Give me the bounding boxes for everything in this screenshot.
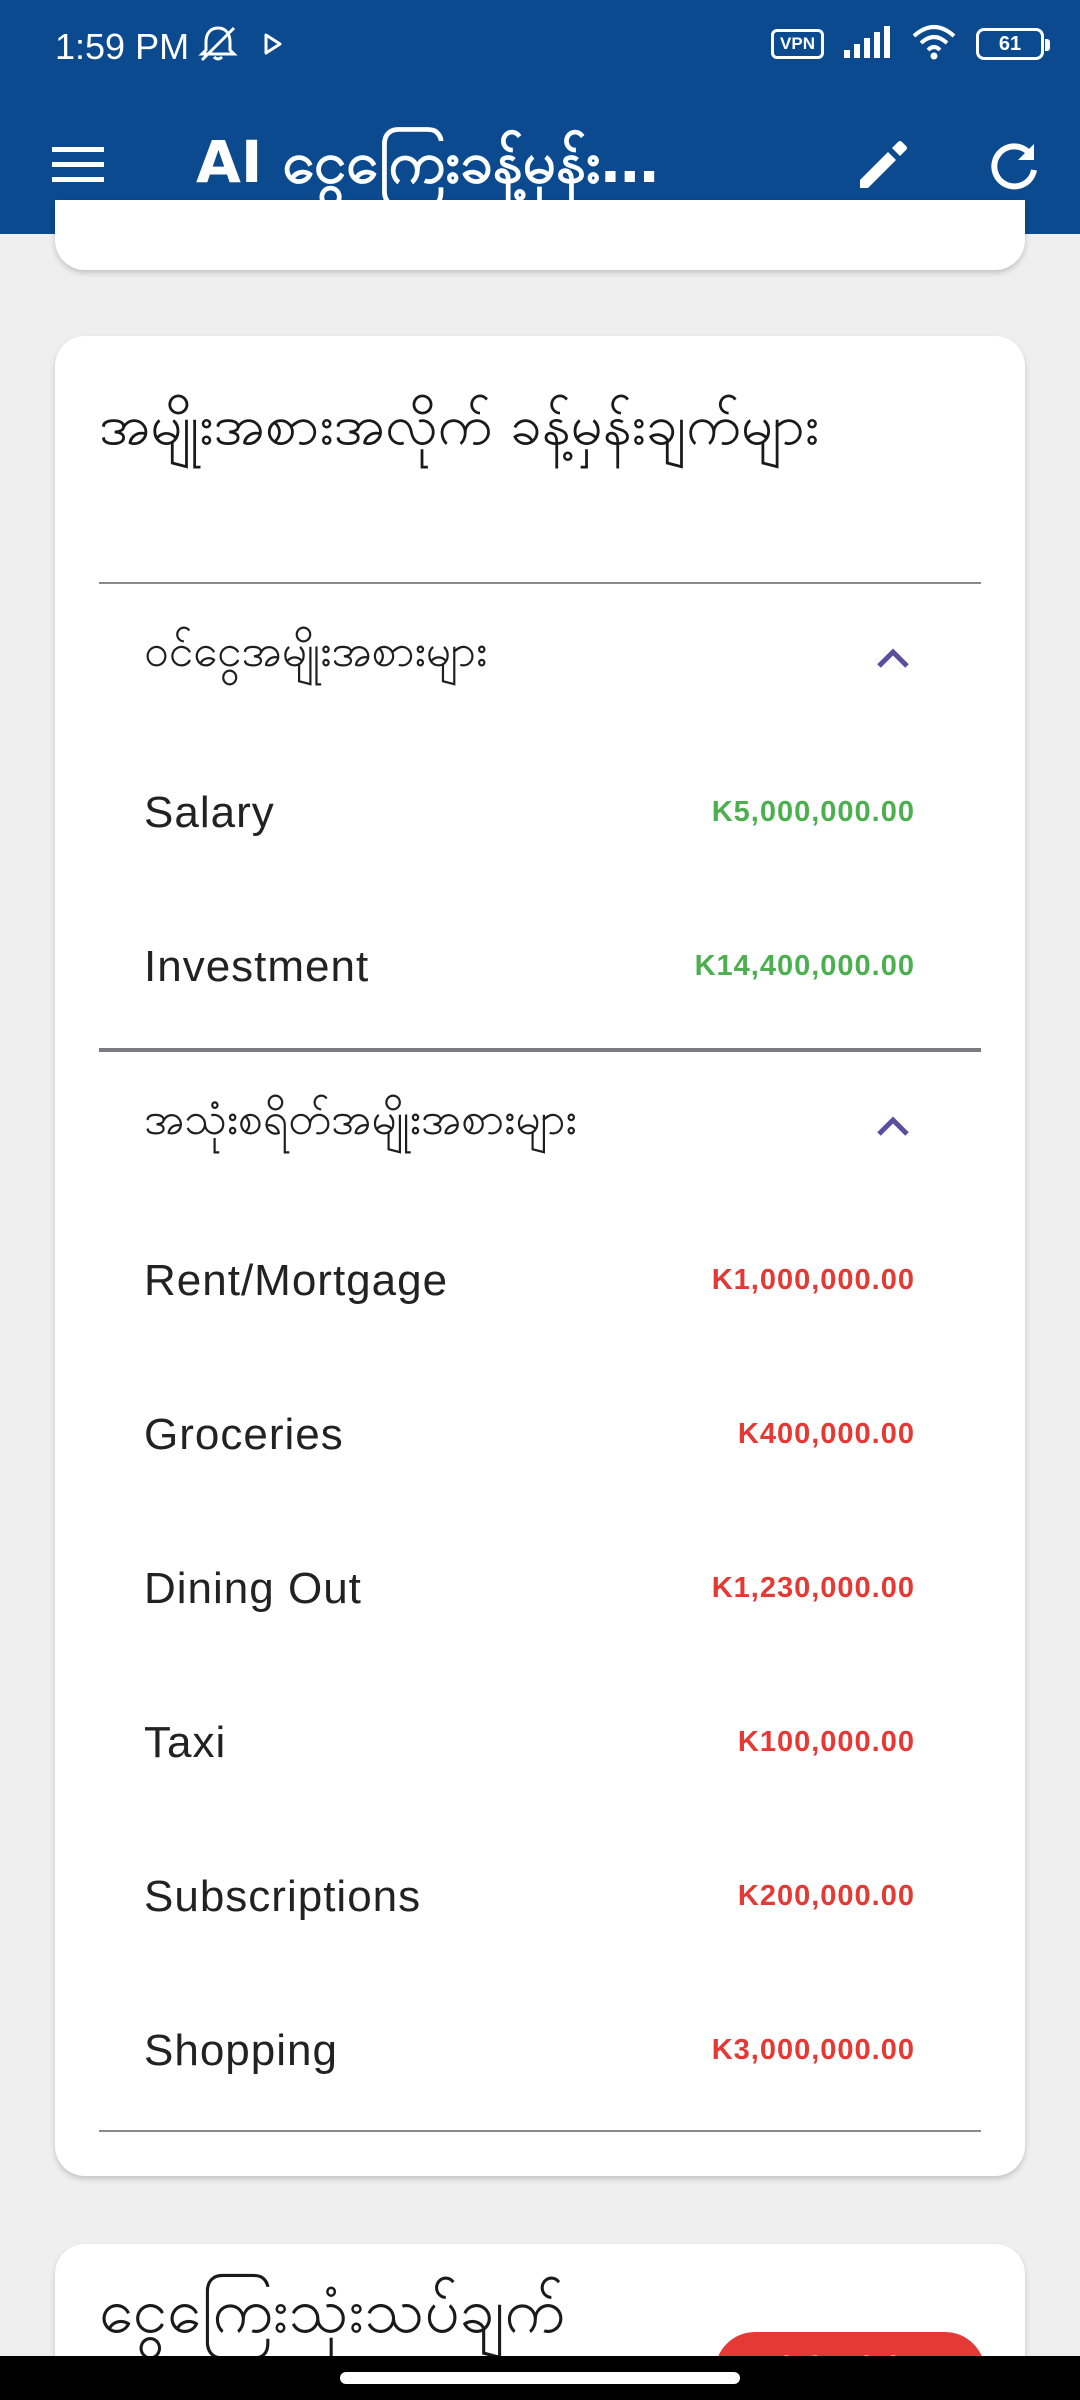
expense-section-header[interactable]: အသုံးစရိတ်အမျိုးအစားများ	[99, 1052, 981, 1202]
battery-indicator: 61	[976, 28, 1050, 60]
signal-icon	[842, 26, 892, 62]
income-row: Investment K14,400,000.00	[99, 892, 981, 1046]
wifi-icon	[910, 24, 958, 64]
category-amount: K1,230,000.00	[711, 1572, 915, 1604]
category-amount: K400,000.00	[737, 1418, 915, 1450]
category-amount: K5,000,000.00	[711, 796, 915, 828]
category-amount: K14,400,000.00	[694, 950, 915, 982]
previous-card	[55, 200, 1025, 270]
mute-icon	[196, 24, 240, 68]
category-amount: K1,000,000.00	[711, 1264, 915, 1296]
category-label: Dining Out	[144, 1564, 362, 1613]
card-title: အမျိုးအစားအလိုက် ခန့်မှန်းချက်များ	[99, 393, 820, 458]
navigation-bar	[0, 2356, 1080, 2400]
expense-row: Groceries K400,000.00	[99, 1360, 981, 1514]
edit-button[interactable]	[840, 124, 924, 208]
income-section-header[interactable]: ဝင်ငွေအမျိုးအစားများ	[99, 584, 981, 734]
category-amount: K3,000,000.00	[711, 2034, 915, 2066]
expense-row: Taxi K100,000.00	[99, 1668, 981, 1822]
play-icon	[262, 32, 284, 60]
chevron-up-icon	[877, 648, 909, 668]
status-time: 1:59 PM	[55, 26, 190, 67]
expense-row: Rent/Mortgage K1,000,000.00	[99, 1206, 981, 1360]
menu-button[interactable]	[38, 130, 118, 200]
vpn-badge: VPN	[771, 29, 824, 59]
expense-row: Dining Out K1,230,000.00	[99, 1514, 981, 1668]
pencil-icon	[860, 141, 907, 188]
app-title: AI ငွေကြေးခန့်မှန်း…	[196, 128, 659, 196]
category-label: Shopping	[144, 2026, 338, 2075]
category-forecast-card: အမျိုးအစားအလိုက် ခန့်မှန်းချက်များ ဝင်ငွ…	[55, 336, 1025, 2176]
category-label: Investment	[144, 942, 370, 991]
category-label: Rent/Mortgage	[144, 1256, 449, 1305]
status-bar: 1:59 PM VPN 61	[0, 0, 1080, 96]
analysis-title: ငွေကြေးသုံးသပ်ချက်	[99, 2274, 566, 2347]
category-label: Subscriptions	[144, 1872, 422, 1921]
home-gesture-handle[interactable]	[340, 2372, 740, 2384]
refresh-button[interactable]	[972, 124, 1056, 208]
menu-icon	[52, 147, 104, 182]
income-section-label: ဝင်ငွေအမျိုးအစားများ	[144, 626, 488, 677]
expense-row: Shopping K3,000,000.00	[99, 1976, 981, 2130]
expense-section-label: အသုံးစရိတ်အမျိုးအစားများ	[144, 1094, 577, 1145]
divider	[99, 2130, 981, 2132]
category-amount: K200,000.00	[737, 1880, 915, 1912]
income-row: Salary K5,000,000.00	[99, 738, 981, 892]
category-label: Groceries	[144, 1410, 344, 1459]
refresh-icon	[991, 143, 1037, 190]
category-label: Salary	[144, 788, 275, 837]
expense-row: Subscriptions K200,000.00	[99, 1822, 981, 1976]
category-amount: K100,000.00	[737, 1726, 915, 1758]
category-label: Taxi	[144, 1718, 227, 1767]
chevron-up-icon	[877, 1116, 909, 1136]
